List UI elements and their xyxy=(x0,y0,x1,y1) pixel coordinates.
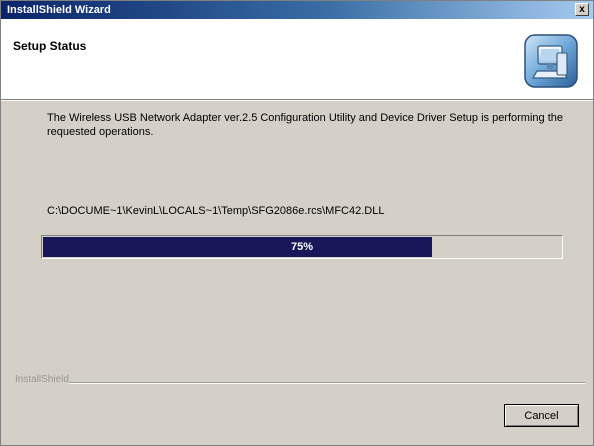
footer-divider xyxy=(69,382,585,384)
header-divider xyxy=(1,100,593,101)
cancel-button[interactable]: Cancel xyxy=(504,404,579,427)
progress-percent-label: 75% xyxy=(290,241,314,253)
close-button[interactable]: x xyxy=(575,3,589,16)
installer-computer-icon xyxy=(524,34,578,88)
title-bar[interactable]: InstallShield Wizard x xyxy=(1,1,593,19)
setup-status-message: The Wireless USB Network Adapter ver.2.5… xyxy=(47,112,563,138)
current-file-path: C:\DOCUME~1\KevinL\LOCALS~1\Temp\SFG2086… xyxy=(47,205,385,217)
window-title: InstallShield Wizard xyxy=(7,4,111,16)
page-title: Setup Status xyxy=(13,39,87,53)
wizard-header: Setup Status xyxy=(1,19,593,100)
installshield-brand: InstallShield xyxy=(15,374,69,385)
progress-bar: 75% xyxy=(41,235,563,259)
installshield-window: InstallShield Wizard x Setup Status The … xyxy=(0,0,594,446)
